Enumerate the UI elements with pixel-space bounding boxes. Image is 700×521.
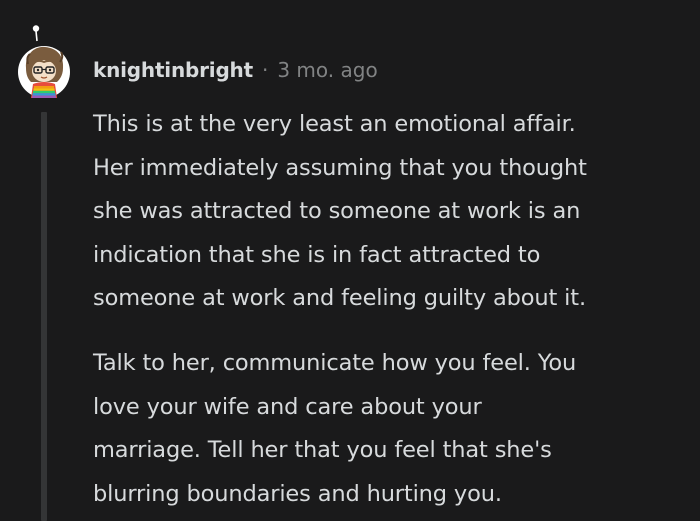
comment: knightinbright · 3 mo. ago This is at th… <box>0 0 700 521</box>
text-line: This is at the very least an emotional a… <box>93 111 576 137</box>
text-line: she was attracted to someone at work is … <box>93 198 581 225</box>
text-line: indication that she is in fact attracted… <box>93 241 541 268</box>
comment-timestamp[interactable]: 3 mo. ago <box>277 58 377 82</box>
text-line: blurring boundaries and hurting you. <box>93 480 502 507</box>
comment-meta: knightinbright · 3 mo. ago <box>93 55 378 85</box>
text-line: love your wife and care about your <box>93 393 482 420</box>
comment-body: This is at the very least an emotional a… <box>93 103 693 516</box>
text-line: Talk to her, communicate how you feel. Y… <box>93 349 577 376</box>
text-line: someone at work and feeling guilty about… <box>93 285 586 312</box>
user-avatar-icon[interactable] <box>17 24 71 100</box>
comment-paragraph: This is at the very least an emotional a… <box>93 103 693 321</box>
thread-collapse-line[interactable] <box>41 112 47 521</box>
username-link[interactable]: knightinbright <box>93 58 253 82</box>
text-line: marriage. Tell her that you feel that sh… <box>93 437 552 464</box>
meta-separator: · <box>261 58 269 82</box>
text-line: Her immediately assuming that you though… <box>93 154 587 181</box>
comment-paragraph: Talk to her, communicate how you feel. Y… <box>93 342 693 516</box>
